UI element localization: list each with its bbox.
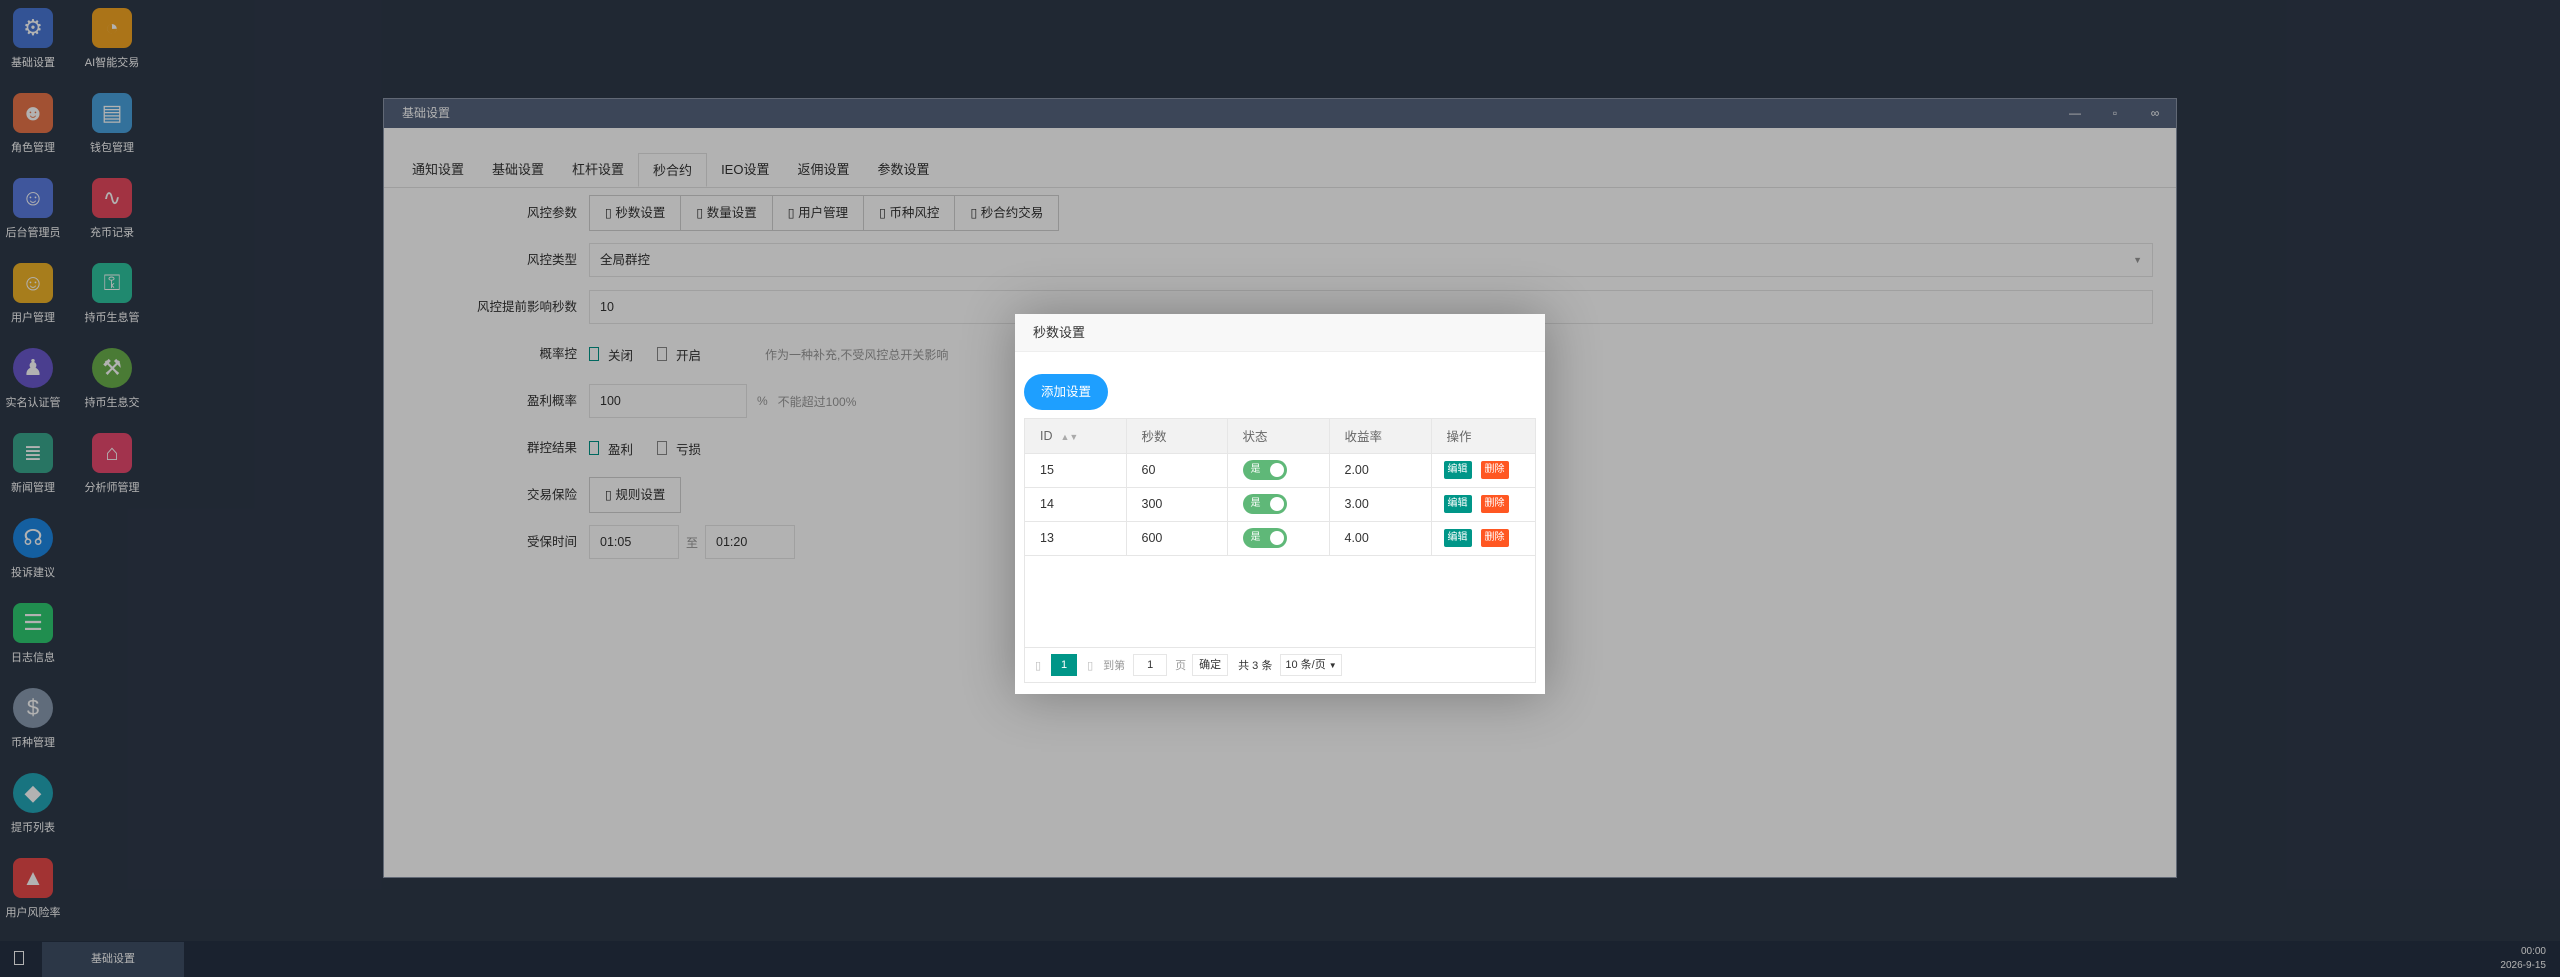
- cell-id: 15: [1025, 453, 1127, 488]
- toggle-label: 是: [1250, 498, 1261, 509]
- add-setting-button[interactable]: 添加设置: [1024, 374, 1109, 410]
- toggle-knob: [1269, 531, 1284, 545]
- column-header-seconds: 秒数: [1125, 419, 1228, 454]
- cell-seconds: 60: [1125, 453, 1228, 488]
- column-header-actions: 操作: [1430, 419, 1535, 454]
- delete-button[interactable]: 删除: [1480, 529, 1509, 547]
- status-toggle[interactable]: 是: [1242, 528, 1287, 548]
- page-size-select[interactable]: 10 条/页 ▼: [1280, 654, 1342, 676]
- table-header-row: ID ▲▼ 秒数 状态 收益率 操作: [1025, 419, 1535, 454]
- chevron-down-icon: ▼: [1328, 661, 1337, 670]
- goto-label: 到第: [1103, 660, 1126, 672]
- table-row: 14 300 是 3.00 编辑 删除: [1025, 487, 1535, 522]
- column-header-status: 状态: [1226, 419, 1330, 454]
- cell-id: 13: [1025, 521, 1127, 556]
- status-toggle[interactable]: 是: [1242, 494, 1287, 514]
- toggle-label: 是: [1250, 464, 1261, 475]
- table-body: 15 60 是 2.00 编辑 删除 14 300 是 3.00 编辑 删除 13 600 是 4.00 编辑删…: [1025, 453, 1535, 556]
- delete-button[interactable]: 删除: [1480, 495, 1509, 513]
- cell-status: 是: [1226, 521, 1330, 556]
- table-row: 13 600 是 4.00 编辑 删除: [1025, 521, 1535, 556]
- cell-actions: 编辑 删除: [1430, 487, 1535, 522]
- next-page-icon[interactable]: ▯: [1087, 659, 1093, 672]
- dialog-title: 秒数设置: [1015, 314, 1545, 352]
- table-row: 15 60 是 2.00 编辑 删除: [1025, 453, 1535, 488]
- goto-confirm-button[interactable]: 确定: [1192, 654, 1229, 676]
- pagination: ▯ 1 ▯ 到第 1 页 确定 共 3 条 10 条/页 ▼: [1025, 647, 1535, 682]
- cell-id: 14: [1025, 487, 1127, 522]
- toggle-label: 是: [1250, 532, 1261, 543]
- status-toggle[interactable]: 是: [1242, 460, 1287, 480]
- total-count: 共 3 条: [1238, 660, 1273, 672]
- page-unit: 页: [1175, 660, 1187, 672]
- column-header-id[interactable]: ID ▲▼: [1025, 419, 1127, 454]
- cell-actions: 编辑 删除: [1430, 521, 1535, 556]
- cell-rate: 3.00: [1328, 487, 1432, 522]
- cell-rate: 4.00: [1328, 521, 1432, 556]
- cell-seconds: 300: [1125, 487, 1228, 522]
- edit-button[interactable]: 编辑: [1443, 461, 1472, 479]
- edit-button[interactable]: 编辑: [1443, 529, 1472, 547]
- goto-page-input[interactable]: 1: [1133, 654, 1168, 676]
- current-page[interactable]: 1: [1051, 654, 1078, 676]
- delete-button[interactable]: 删除: [1480, 461, 1509, 479]
- prev-page-icon[interactable]: ▯: [1035, 659, 1041, 672]
- sort-icon[interactable]: ▲▼: [1061, 432, 1079, 442]
- seconds-settings-dialog: 秒数设置 添加设置 ID ▲▼ 秒数 状态 收益率 操作 15 60 是 2.00 编辑删…: [1015, 314, 1545, 694]
- cell-seconds: 600: [1125, 521, 1228, 556]
- cell-status: 是: [1226, 487, 1330, 522]
- toggle-knob: [1269, 497, 1284, 511]
- cell-actions: 编辑 删除: [1430, 453, 1535, 488]
- toggle-knob: [1269, 463, 1284, 477]
- cell-status: 是: [1226, 453, 1330, 488]
- column-header-rate: 收益率: [1328, 419, 1432, 454]
- seconds-table: ID ▲▼ 秒数 状态 收益率 操作 15 60 是 2.00 编辑 删除 14 300 是 3.0…: [1024, 418, 1536, 683]
- edit-button[interactable]: 编辑: [1443, 495, 1472, 513]
- cell-rate: 2.00: [1328, 453, 1432, 488]
